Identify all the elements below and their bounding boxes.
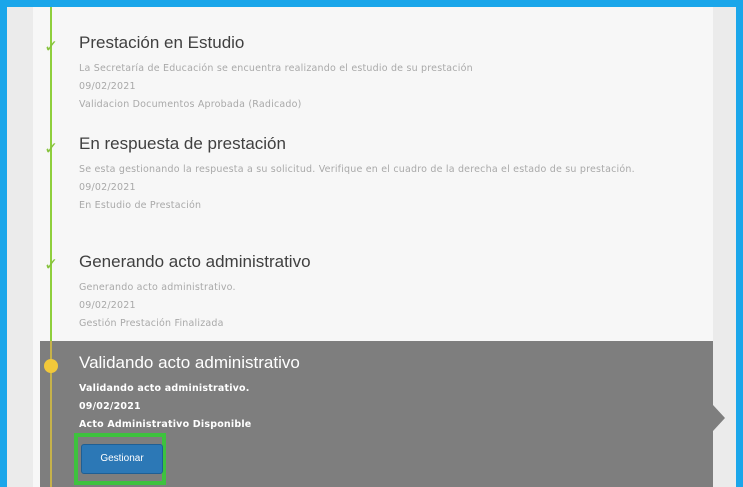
step-description: La Secretaría de Educación se encuentra … xyxy=(79,63,473,74)
step-title: Validando acto administrativo xyxy=(79,353,300,372)
step-title: Prestación en Estudio xyxy=(79,33,245,52)
step-description: Validando acto administrativo. xyxy=(79,383,250,394)
gestionar-button[interactable]: Gestionar xyxy=(81,444,163,474)
step-status: En Estudio de Prestación xyxy=(79,200,202,211)
step-title: Generando acto administrativo xyxy=(79,252,311,271)
step-date: 09/02/2021 xyxy=(79,81,136,92)
timeline-step-4: Validando acto administrativo Validando … xyxy=(79,353,300,434)
step-details: Se esta gestionando la respuesta a su so… xyxy=(79,161,719,215)
checkmark-icon: ✓ xyxy=(44,255,59,275)
timeline-frame: ✓ Prestación en Estudio La Secretaría de… xyxy=(0,0,743,487)
timeline-step-2: En respuesta de prestación Se esta gesti… xyxy=(79,134,719,215)
step-details: La Secretaría de Educación se encuentra … xyxy=(79,60,473,114)
checkmark-icon: ✓ xyxy=(44,37,59,57)
step-status: Gestión Prestación Finalizada xyxy=(79,318,224,329)
step-description: Generando acto administrativo. xyxy=(79,282,236,293)
step-description: Se esta gestionando la respuesta a su so… xyxy=(79,164,635,175)
circle-dot-icon xyxy=(44,359,58,373)
step-date: 09/02/2021 xyxy=(79,401,141,412)
step-details: Generando acto administrativo. 09/02/202… xyxy=(79,279,311,333)
step-status: Validacion Documentos Aprobada (Radicado… xyxy=(79,99,302,110)
timeline-step-1: Prestación en Estudio La Secretaría de E… xyxy=(79,33,473,114)
step-title: En respuesta de prestación xyxy=(79,134,286,153)
active-step-pointer xyxy=(713,405,725,431)
timeline-step-3: Generando acto administrativo Generando … xyxy=(79,252,311,333)
step-status: Acto Administrativo Disponible xyxy=(79,419,252,430)
step-details: Validando acto administrativo. 09/02/202… xyxy=(79,380,300,434)
step-date: 09/02/2021 xyxy=(79,300,136,311)
step-date: 09/02/2021 xyxy=(79,182,136,193)
checkmark-icon: ✓ xyxy=(44,139,59,159)
